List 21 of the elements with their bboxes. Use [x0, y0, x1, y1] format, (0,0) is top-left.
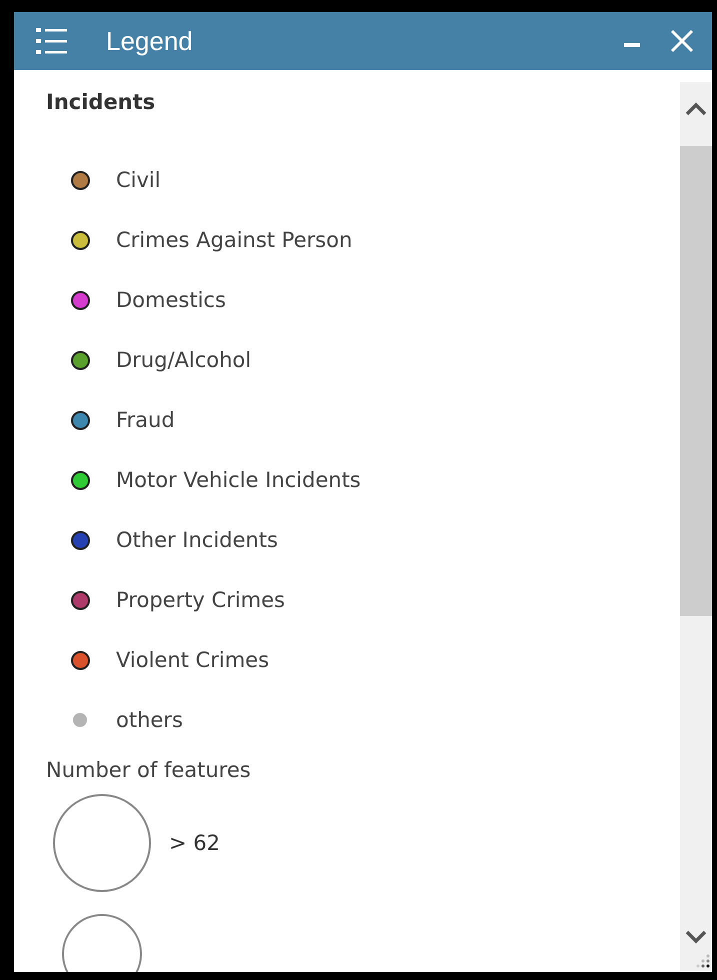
window-title: Legend [106, 26, 193, 56]
legend-label: Crimes Against Person [116, 228, 352, 252]
legend-label: Violent Crimes [116, 648, 270, 672]
scrollbar-thumb[interactable] [680, 146, 712, 616]
legend-label: Domestics [116, 288, 226, 312]
legend-label: others [116, 708, 183, 732]
legend-label: Motor Vehicle Incidents [116, 468, 361, 492]
scroll-up-icon[interactable] [685, 102, 707, 116]
legend-label: Property Crimes [116, 588, 285, 612]
resize-grip-icon[interactable] [696, 954, 710, 968]
close-icon[interactable] [670, 29, 694, 53]
scroll-down-icon[interactable] [685, 930, 707, 944]
list-icon[interactable] [34, 25, 68, 57]
legend-label: Other Incidents [116, 528, 278, 552]
legend-label: Fraud [116, 408, 175, 432]
size-legend-title: Number of features [46, 758, 252, 782]
layer-title: Incidents [46, 90, 156, 116]
legend-label: Civil [116, 168, 161, 192]
scrollbar[interactable] [680, 82, 712, 972]
size-label: > 62 [169, 831, 220, 855]
legend-label: Drug/Alcohol [116, 348, 252, 372]
